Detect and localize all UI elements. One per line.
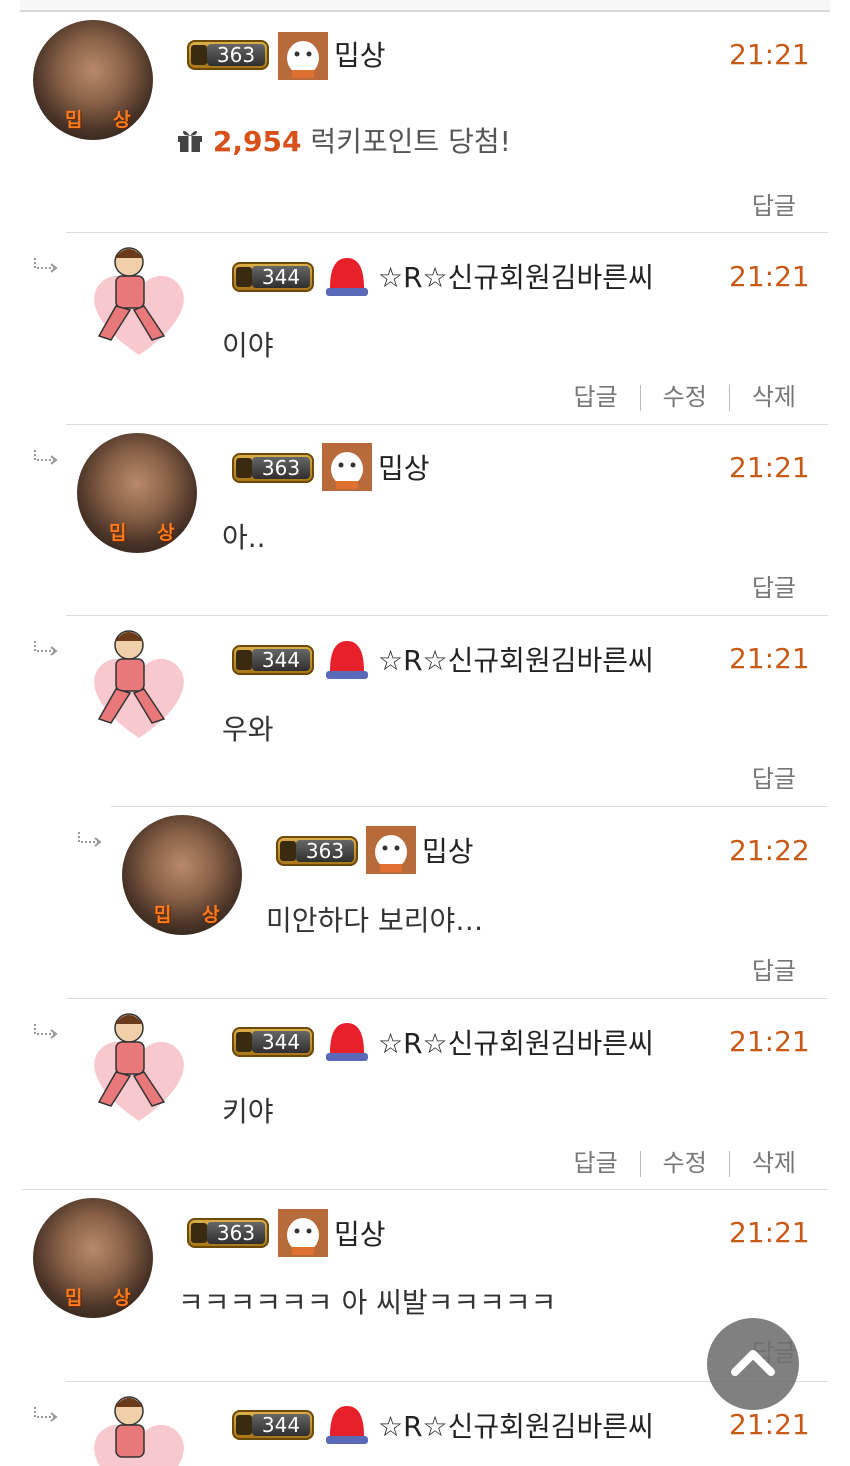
crown-icon	[236, 650, 252, 670]
siren-nick-icon	[326, 641, 368, 679]
siren-nick-icon	[326, 258, 368, 296]
level-badge: 363	[187, 40, 269, 70]
nickname[interactable]: 밉상	[378, 447, 430, 487]
chevron-up-icon	[731, 1350, 775, 1376]
comment-time: 21:21	[729, 1025, 810, 1058]
gift-icon	[178, 130, 202, 152]
crown-icon	[236, 1415, 252, 1435]
medal-icon	[191, 45, 207, 65]
divider	[66, 424, 828, 425]
avatar[interactable]	[84, 623, 194, 743]
comment-text: 키야	[222, 1095, 274, 1128]
reply-button[interactable]: 답글	[752, 192, 796, 220]
divider	[66, 615, 828, 616]
separator	[639, 1151, 641, 1177]
comment-time: 21:21	[729, 38, 810, 71]
nickname[interactable]: 밉상	[334, 34, 386, 74]
avatar-tag: 밉 상	[65, 1287, 143, 1309]
comment-actions: 답글	[752, 951, 796, 986]
avatar[interactable]: 밉 상	[33, 20, 153, 140]
avatar[interactable]	[84, 240, 194, 360]
divider	[66, 998, 828, 999]
reply-arrow-icon	[34, 258, 58, 273]
avatar[interactable]: 밉 상	[33, 1198, 153, 1318]
avatar[interactable]: 밉 상	[77, 433, 197, 553]
reply-button[interactable]: 답글	[573, 1149, 617, 1177]
avatar[interactable]	[84, 1006, 194, 1126]
comment-time: 21:22	[729, 834, 810, 867]
lucky-point-notice: 2,954 럭키포인트 당첨!	[176, 120, 511, 160]
comment-time: 21:21	[729, 1216, 810, 1249]
crown-icon	[236, 267, 252, 287]
nickname[interactable]: 밉상	[422, 830, 474, 870]
nickname[interactable]: ☆R☆신규회원김바른씨	[378, 1405, 654, 1445]
medal-icon	[236, 458, 252, 478]
comment-time: 21:21	[729, 451, 810, 484]
reply-button[interactable]: 답글	[752, 574, 796, 602]
nickname[interactable]: ☆R☆신규회원김바른씨	[378, 1022, 654, 1062]
avatar[interactable]: 밉 상	[122, 815, 242, 935]
avatar-tag: 밉 상	[154, 904, 232, 926]
level-badge: 363	[276, 836, 358, 866]
avatar-tag: 밉 상	[65, 109, 143, 131]
level-badge: 344	[232, 645, 314, 675]
comment-time: 21:21	[729, 642, 810, 675]
delete-button[interactable]: 삭제	[752, 1149, 796, 1177]
edit-button[interactable]: 수정	[663, 1149, 707, 1177]
avatar-tag: 밉 상	[109, 522, 187, 544]
reply-arrow-icon	[34, 641, 58, 656]
nickname[interactable]: 밉상	[334, 1213, 386, 1253]
comment-text: 우와	[222, 713, 274, 746]
comment-actions: 답글	[752, 568, 796, 603]
dog-nick-icon	[278, 32, 328, 80]
avatar[interactable]	[84, 1389, 194, 1466]
medal-icon	[280, 841, 296, 861]
nickname[interactable]: ☆R☆신규회원김바른씨	[378, 256, 654, 296]
nickname[interactable]: ☆R☆신규회원김바른씨	[378, 639, 654, 679]
reply-arrow-icon	[78, 832, 102, 847]
level-badge: 344	[232, 1027, 314, 1057]
dog-nick-icon	[322, 443, 372, 491]
divider	[111, 806, 828, 807]
comment-text: 아..	[222, 521, 266, 554]
reply-button[interactable]: 답글	[752, 765, 796, 793]
medal-icon	[191, 1223, 207, 1243]
siren-nick-icon	[326, 1406, 368, 1444]
level-badge: 363	[187, 1218, 269, 1248]
divider	[66, 232, 828, 233]
comment-actions: 답글	[752, 759, 796, 794]
separator	[639, 385, 641, 411]
comment-time: 21:21	[729, 260, 810, 293]
reply-arrow-icon	[34, 450, 58, 465]
siren-nick-icon	[326, 1023, 368, 1061]
edit-button[interactable]: 수정	[663, 383, 707, 411]
lucky-points: 2,954	[212, 125, 302, 158]
reply-arrow-icon	[34, 1407, 58, 1422]
comment-actions: 답글	[752, 186, 796, 221]
separator	[728, 385, 730, 411]
level-badge: 344	[232, 262, 314, 292]
reply-button[interactable]: 답글	[573, 383, 617, 411]
comment-actions: 답글 수정 삭제	[573, 377, 796, 412]
reply-arrow-icon	[34, 1024, 58, 1039]
level-badge: 363	[232, 453, 314, 483]
comment-text: 이야	[222, 329, 274, 362]
level-badge: 344	[232, 1410, 314, 1440]
crown-icon	[236, 1032, 252, 1052]
comment-text: ㅋㅋㅋㅋㅋㅋ 아 씨발ㅋㅋㅋㅋㅋ	[178, 1286, 557, 1319]
dog-nick-icon	[366, 826, 416, 874]
separator	[728, 1151, 730, 1177]
divider	[22, 1189, 828, 1190]
scroll-top-button[interactable]	[707, 1318, 799, 1410]
comment-actions: 답글 수정 삭제	[573, 1143, 796, 1178]
reply-button[interactable]: 답글	[752, 957, 796, 985]
delete-button[interactable]: 삭제	[752, 383, 796, 411]
top-edge	[20, 0, 830, 12]
comment-time: 21:21	[729, 1408, 810, 1441]
comment-text: 미안하다 보리야…	[266, 904, 484, 937]
dog-nick-icon	[278, 1209, 328, 1257]
lucky-text: 럭키포인트 당첨!	[310, 125, 511, 158]
